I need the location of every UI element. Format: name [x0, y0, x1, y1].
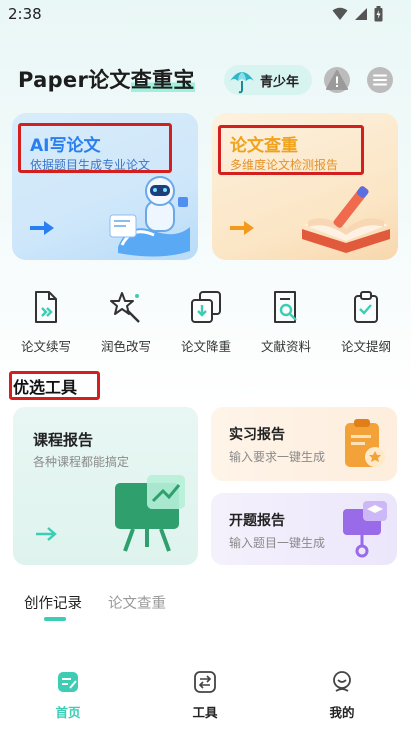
tab-active-indicator — [44, 617, 66, 621]
status-bar: 2:38 — [0, 0, 411, 30]
tool-doc-continue[interactable]: 论文续写 — [10, 290, 82, 354]
teen-mode-label: 青少年 — [260, 74, 300, 90]
home-doc-icon — [58, 672, 78, 692]
tool-polish[interactable]: 润色改写 — [90, 290, 162, 354]
internship-report-card[interactable]: 实习报告 输入要求一键生成 — [211, 407, 397, 481]
ai-write-card[interactable]: AI写论文 依据题目生成专业论文 — [12, 113, 198, 260]
internship-report-subtitle: 输入要求一键生成 — [229, 450, 326, 464]
nav-item-tools[interactable]: 工具 — [175, 670, 235, 721]
bottom-nav: 首页 工具 我的 — [0, 660, 411, 731]
clipboard-icon — [345, 419, 385, 467]
literature-icon — [274, 291, 297, 323]
battery-icon — [374, 6, 383, 22]
tools-icon — [194, 671, 216, 693]
alert-button[interactable] — [324, 67, 350, 93]
course-report-subtitle: 各种课程都能搞定 — [33, 455, 130, 469]
proposal-report-title: 开题报告 — [229, 513, 285, 529]
doc-continue-icon — [35, 291, 57, 323]
tab-creation-records[interactable]: 创作记录 — [24, 592, 82, 613]
teen-mode-button[interactable]: 青少年 — [224, 65, 312, 95]
annotation-box — [218, 125, 364, 175]
graduation-board-icon — [343, 501, 387, 558]
nav-label: 我的 — [329, 705, 355, 720]
tool-label: 润色改写 — [100, 339, 151, 354]
app-title-prefix: Paper论文 — [18, 68, 131, 92]
reduce-icon — [191, 291, 221, 323]
annotation-box — [9, 371, 100, 400]
plagiarism-check-card[interactable]: 论文查重 多维度论文检测报告 — [212, 113, 398, 260]
polish-icon — [110, 292, 140, 323]
wifi-icon — [332, 7, 348, 20]
app-title-highlight: 查重宝 — [130, 68, 195, 92]
profile-icon — [333, 671, 351, 692]
proposal-report-subtitle: 输入题目一键生成 — [229, 536, 326, 550]
signal-icon — [355, 8, 367, 20]
nav-label: 工具 — [192, 705, 218, 720]
tool-label: 文献资料 — [260, 339, 311, 354]
nav-label: 首页 — [55, 705, 81, 720]
arrow-right-icon — [36, 527, 57, 541]
tool-grid: 论文续写 润色改写 论文降重 文献资料 论文提纲 — [0, 290, 411, 354]
presentation-board-icon — [115, 475, 185, 552]
tool-reduce[interactable]: 论文降重 — [170, 290, 242, 354]
proposal-report-card[interactable]: 开题报告 输入题目一键生成 — [211, 493, 397, 565]
internship-report-title: 实习报告 — [229, 427, 285, 443]
tool-label: 论文提纲 — [340, 339, 391, 354]
tool-label: 论文降重 — [180, 339, 231, 354]
outline-icon — [354, 291, 378, 323]
menu-icon — [373, 74, 387, 86]
app-header: Paper论文查重宝 青少年 — [0, 62, 411, 98]
app-title: Paper论文查重宝 — [18, 64, 195, 94]
course-report-title: 课程报告 — [33, 431, 94, 449]
tool-label: 论文续写 — [20, 339, 71, 354]
annotation-box — [18, 123, 172, 173]
status-time: 2:38 — [8, 5, 42, 23]
nav-item-home[interactable]: 首页 — [38, 670, 98, 721]
arrow-right-icon — [30, 221, 54, 235]
umbrella-icon — [230, 72, 254, 94]
status-icons — [332, 6, 383, 22]
tab-plagiarism-records[interactable]: 论文查重 — [108, 592, 166, 613]
robot-illustration-icon — [109, 176, 190, 257]
course-report-card[interactable]: 课程报告 各种课程都能搞定 — [13, 407, 198, 565]
tool-outline[interactable]: 论文提纲 — [330, 290, 402, 354]
tool-literature[interactable]: 文献资料 — [250, 290, 322, 354]
nav-item-mine[interactable]: 我的 — [312, 670, 372, 721]
alert-icon — [326, 70, 348, 90]
arrow-right-icon — [230, 221, 254, 235]
book-illustration-icon — [302, 186, 390, 253]
menu-button[interactable] — [367, 67, 393, 93]
